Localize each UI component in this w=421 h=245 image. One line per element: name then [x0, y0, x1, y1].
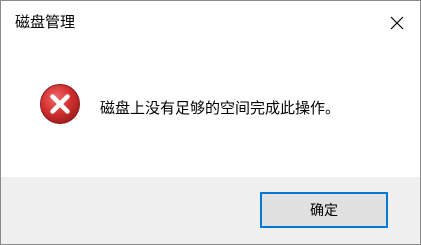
dialog-content: 磁盘上没有足够的空间完成此操作。 — [1, 45, 420, 177]
window-title: 磁盘管理 — [15, 13, 76, 31]
title-bar: 磁盘管理 — [1, 1, 420, 45]
message-dialog: 磁盘管理 磁盘上没有足够的空间完成此操作。 确定 — [0, 0, 421, 245]
dialog-footer: 确定 — [1, 177, 420, 244]
error-icon — [40, 84, 80, 124]
close-icon — [390, 16, 404, 30]
error-message: 磁盘上没有足够的空间完成此操作。 — [100, 99, 341, 117]
close-button[interactable] — [374, 1, 420, 45]
ok-button[interactable]: 确定 — [260, 192, 388, 228]
